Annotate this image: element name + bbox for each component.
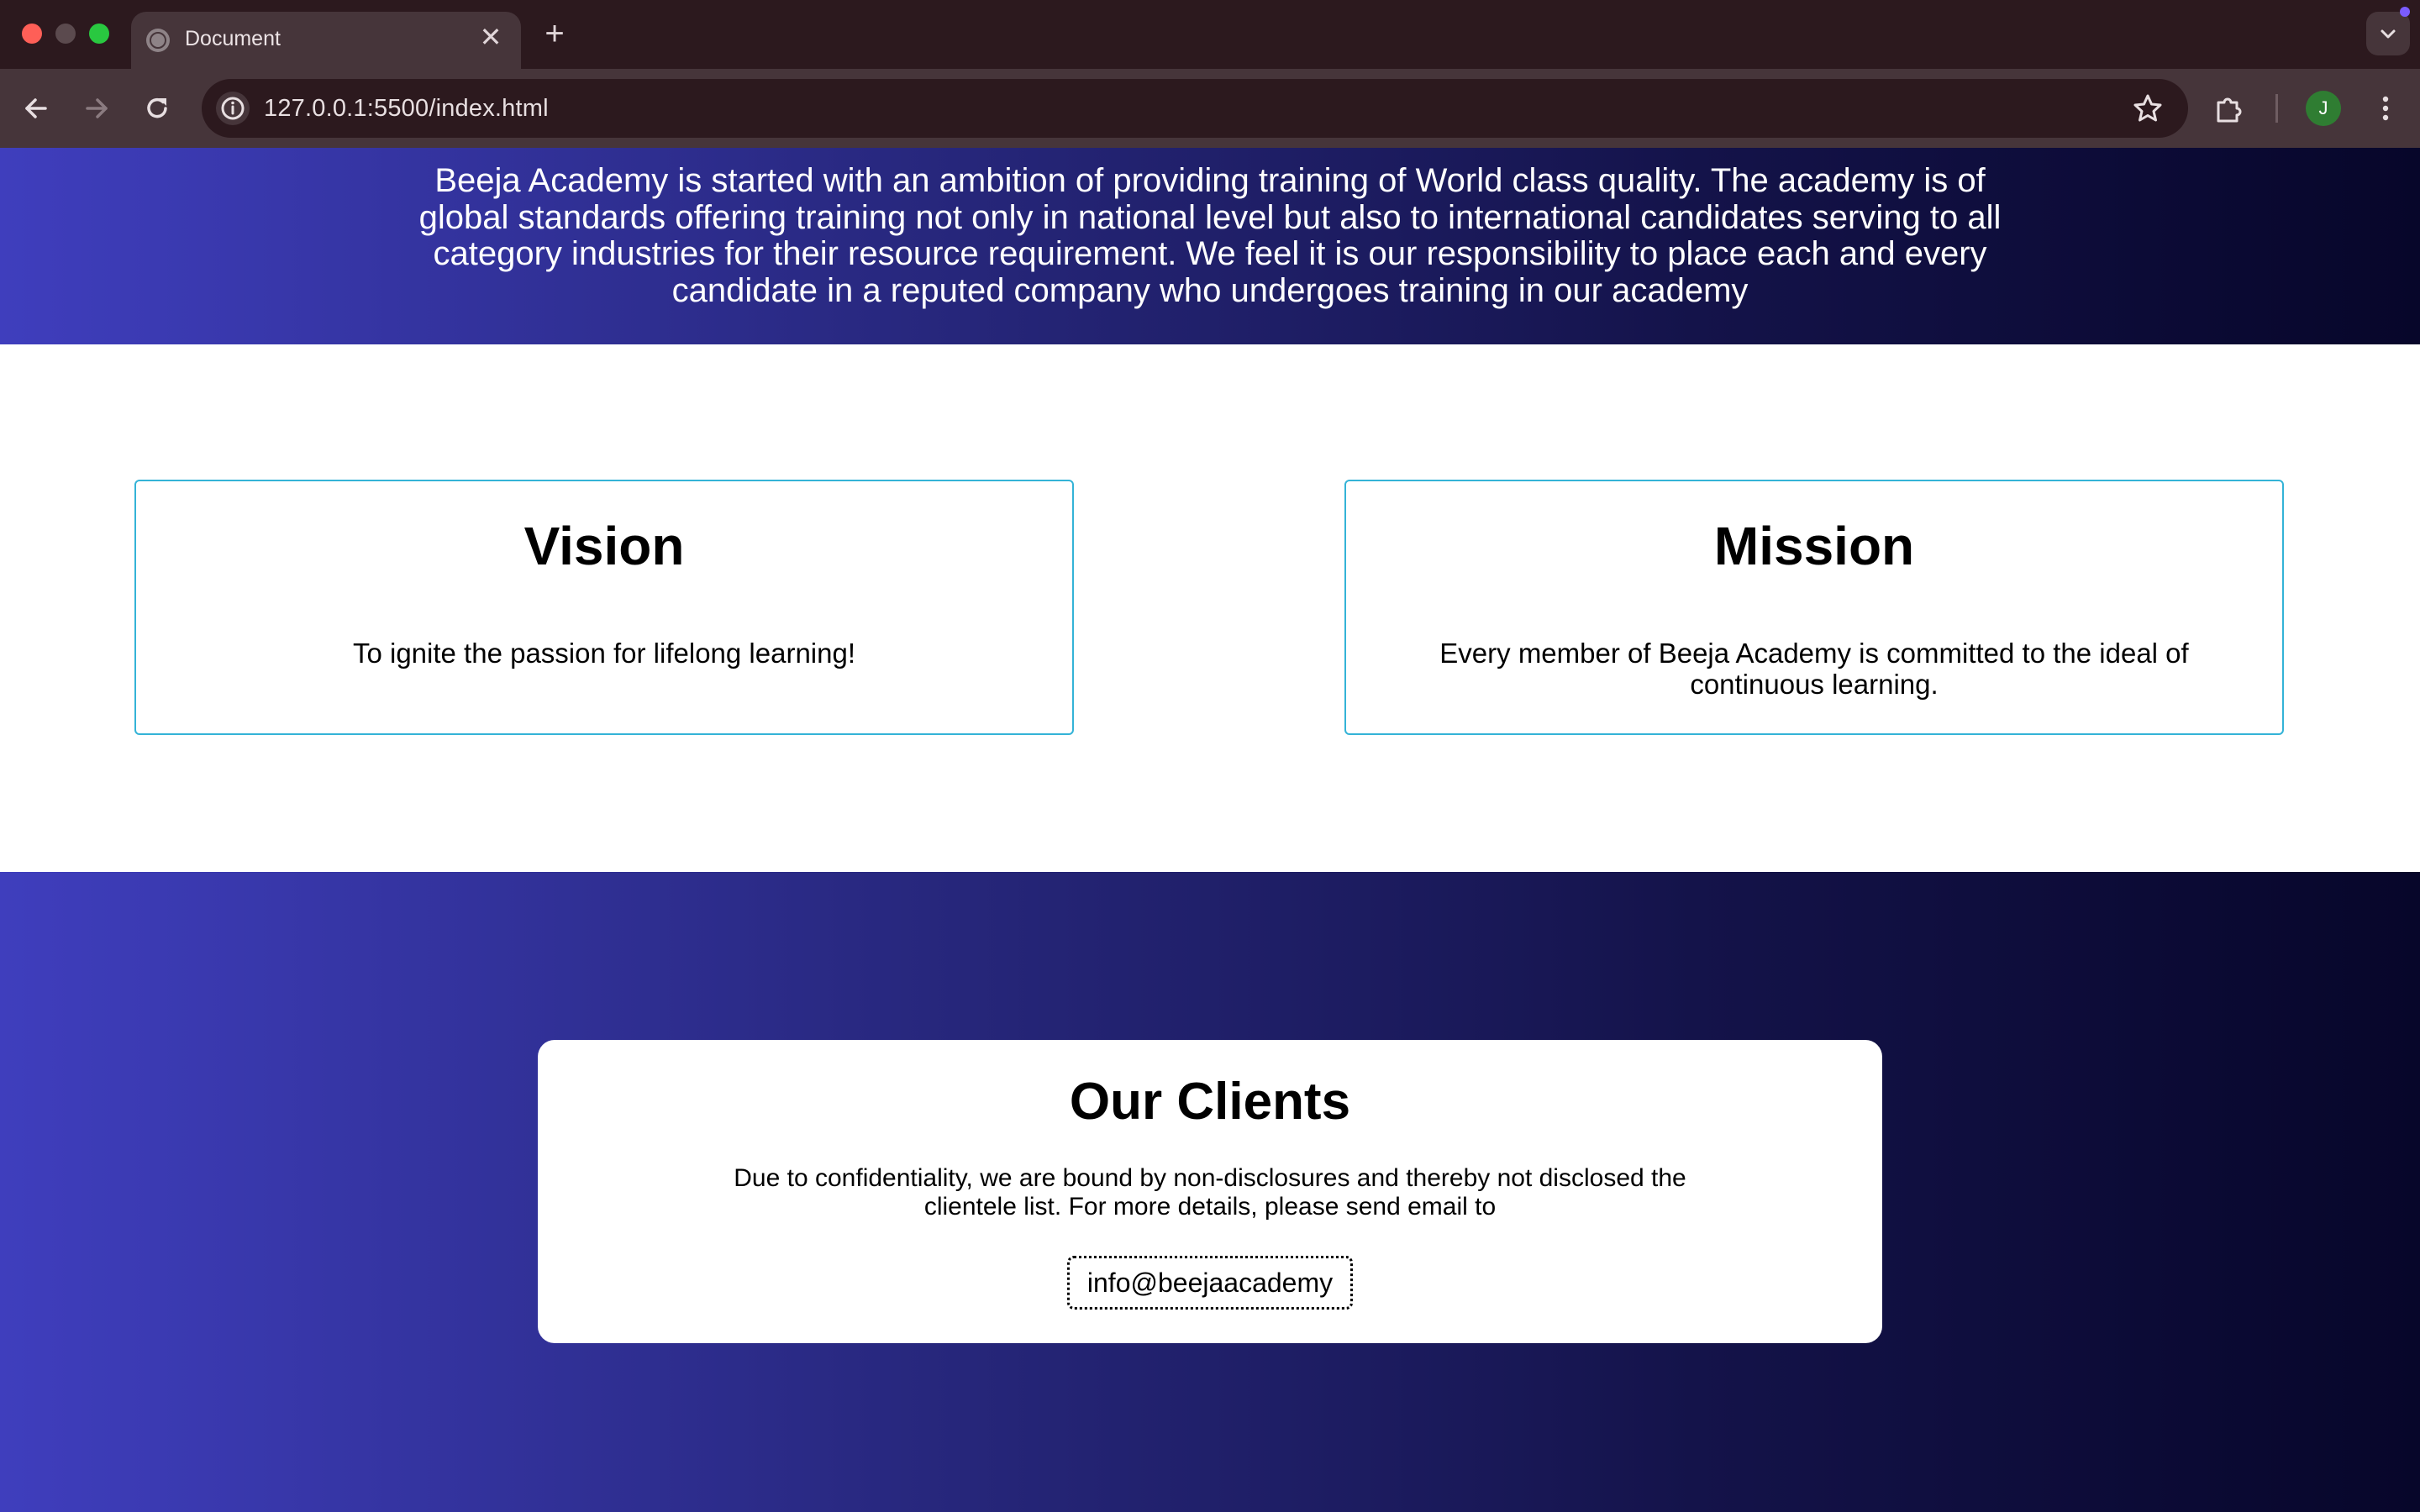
reload-icon[interactable]: [138, 89, 176, 128]
browser-tab[interactable]: Document ✕: [131, 12, 521, 69]
close-window-button[interactable]: [22, 24, 42, 44]
globe-icon: [146, 29, 170, 52]
new-tab-button[interactable]: +: [538, 17, 571, 50]
star-icon[interactable]: [2131, 92, 2165, 125]
kebab-menu-icon[interactable]: [2368, 91, 2403, 126]
about-text: Beeja Academy is started with an ambitio…: [418, 162, 2002, 309]
mission-text: Every member of Beeja Academy is committ…: [1439, 638, 2189, 700]
browser-toolbar: 127.0.0.1:5500/index.html J: [0, 69, 2420, 148]
profile-avatar[interactable]: J: [2306, 91, 2341, 126]
clients-card: Our Clients Due to confidentiality, we a…: [538, 1040, 1882, 1343]
info-icon[interactable]: [215, 91, 250, 126]
address-bar[interactable]: 127.0.0.1:5500/index.html: [202, 79, 2188, 138]
email-link[interactable]: info@beejaacademy: [1067, 1256, 1353, 1310]
vision-mission-section: Vision To ignite the passion for lifelon…: [0, 344, 2420, 872]
extensions-icon[interactable]: [2212, 91, 2247, 126]
clients-title: Our Clients: [1069, 1073, 1351, 1131]
vision-title: Vision: [523, 516, 685, 576]
tab-title: Document: [185, 27, 281, 50]
maximize-window-button[interactable]: [89, 24, 109, 44]
notification-dot: [2400, 7, 2410, 17]
tab-search-button[interactable]: [2366, 12, 2410, 55]
clients-section: Our Clients Due to confidentiality, we a…: [0, 872, 2420, 1512]
back-icon[interactable]: [17, 89, 55, 128]
vision-card: Vision To ignite the passion for lifelon…: [134, 480, 1074, 735]
vision-text: To ignite the passion for lifelong learn…: [352, 638, 856, 669]
minimize-window-button[interactable]: [55, 24, 76, 44]
mission-card: Mission Every member of Beeja Academy is…: [1344, 480, 2284, 735]
mission-title: Mission: [1713, 516, 1915, 576]
clients-text: Due to confidentiality, we are bound by …: [734, 1164, 1686, 1221]
url-text[interactable]: 127.0.0.1:5500/index.html: [264, 95, 549, 123]
toolbar-separator: [2275, 94, 2278, 123]
close-tab-button[interactable]: ✕: [476, 22, 506, 52]
tab-search-chevron-icon: [2381, 29, 2396, 39]
browser-tab-bar: Document ✕ +: [0, 0, 2420, 69]
about-section: Beeja Academy is started with an ambitio…: [0, 148, 2420, 344]
forward-icon[interactable]: [77, 89, 116, 128]
